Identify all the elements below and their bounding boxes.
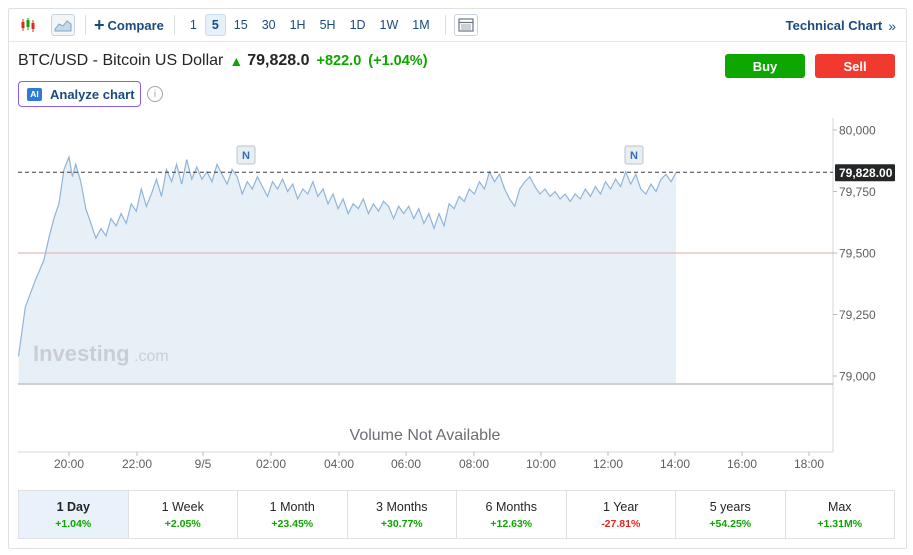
period-change-percent: +12.63% (490, 517, 533, 530)
period-change-percent: +54.25% (709, 517, 752, 530)
x-tick-label: 12:00 (593, 457, 623, 471)
period-label: 6 Months (485, 499, 537, 514)
price-chart[interactable]: NN 80,00079,75079,50079,25079,000 20:00 2… (0, 0, 913, 490)
current-price-tag: 79,828.00 (835, 164, 895, 182)
x-tick-label: 02:00 (256, 457, 286, 471)
x-tick-label: 04:00 (324, 457, 354, 471)
period-tab-1-day[interactable]: 1 Day +1.04% (19, 491, 129, 538)
volume-not-available-note: Volume Not Available (350, 427, 501, 444)
period-change-percent: +1.04% (55, 517, 92, 530)
performance-periods: 1 Day +1.04% 1 Week +2.05% 1 Month +23.45% 3 M… (18, 490, 895, 539)
period-tab-5-years[interactable]: 5 years +54.25% (676, 491, 786, 538)
x-tick-label: 20:00 (54, 457, 84, 471)
x-tick-label: 14:00 (660, 457, 690, 471)
y-tick-label: 79,500 (839, 247, 876, 261)
period-tab-1-week[interactable]: 1 Week +2.05% (129, 491, 238, 538)
news-marker-label: N (630, 150, 638, 162)
period-change-percent: +1.31M% (817, 517, 863, 530)
period-tab-6-months[interactable]: 6 Months +12.63% (457, 491, 567, 538)
period-label: 1 Month (269, 499, 315, 514)
news-marker-label: N (242, 150, 250, 162)
x-tick-label: 18:00 (794, 457, 824, 471)
y-tick-label: 79,750 (839, 185, 876, 199)
x-axis: 20:00 22:00 9/5 02:00 04:00 06:00 08:00 10:00 12… (54, 452, 824, 471)
period-change-percent: +30.77% (380, 517, 423, 530)
current-price-label: 79,828.00 (839, 166, 893, 180)
period-tab-1-year[interactable]: 1 Year -27.81% (567, 491, 676, 538)
investing-watermark-suffix: .com (134, 348, 169, 365)
period-label: 3 Months (376, 499, 428, 514)
news-marker[interactable]: N (236, 145, 256, 165)
period-tab-1-month[interactable]: 1 Month +23.45% (238, 491, 348, 538)
period-label: Max (827, 499, 852, 514)
x-tick-label: 06:00 (391, 457, 421, 471)
period-label: 1 Year (603, 499, 639, 514)
period-change-percent: +2.05% (164, 517, 201, 530)
x-tick-label: 08:00 (459, 457, 489, 471)
investing-watermark-brand: Investing (33, 341, 130, 366)
y-axis: 80,000 79,750 79,500 79,250 79,000 (833, 124, 876, 384)
x-tick-label: 9/5 (195, 457, 212, 471)
period-label: 1 Week (161, 499, 204, 514)
news-markers: NN (236, 145, 644, 165)
y-tick-label: 79,250 (839, 308, 876, 322)
period-label: 5 years (709, 499, 751, 514)
period-change-percent: -27.81% (601, 517, 641, 530)
x-tick-label: 10:00 (526, 457, 556, 471)
period-tab-3-months[interactable]: 3 Months +30.77% (348, 491, 457, 538)
x-tick-label: 22:00 (122, 457, 152, 471)
x-tick-label: 16:00 (727, 457, 757, 471)
period-tab-max[interactable]: Max +1.31M% (786, 491, 895, 538)
y-tick-label: 79,000 (839, 370, 876, 384)
news-marker[interactable]: N (624, 145, 644, 165)
period-change-percent: +23.45% (271, 517, 314, 530)
y-tick-label: 80,000 (839, 124, 876, 138)
period-label: 1 Day (56, 499, 90, 514)
